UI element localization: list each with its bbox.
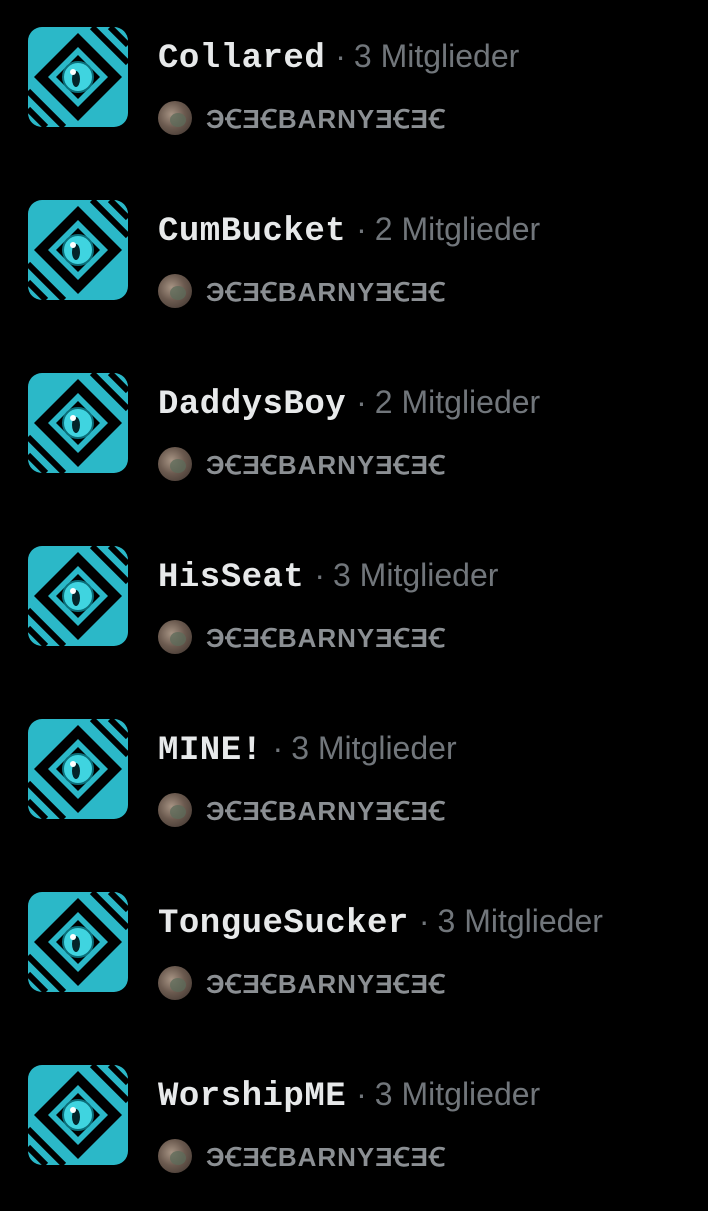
list-item[interactable]: MINE! · 3 Mitglieder ЭꞒƎꞒBARNYƎꞒƎꞒ: [0, 692, 708, 865]
owner-name[interactable]: ЭꞒƎꞒBARNYƎꞒƎꞒ: [206, 619, 446, 655]
owner-avatar[interactable]: [158, 1139, 192, 1173]
list-name[interactable]: TongueSucker: [158, 905, 409, 943]
separator-dot: ·: [418, 903, 430, 939]
separator-dot: ·: [356, 211, 367, 247]
list-item[interactable]: Collared · 3 Mitglieder ЭꞒƎꞒBARNYƎꞒƎꞒ: [0, 0, 708, 173]
list-name[interactable]: Collared: [158, 40, 325, 78]
lists-container: Collared · 3 Mitglieder ЭꞒƎꞒBARNYƎꞒƎꞒ Cu…: [0, 0, 708, 1200]
list-title-line: HisSeat · 3 Mitglieder: [158, 557, 498, 601]
cat-eye-list-icon: [28, 373, 128, 473]
owner-avatar[interactable]: [158, 620, 192, 654]
member-count: 2 Mitglieder: [374, 384, 541, 420]
list-item[interactable]: HisSeat · 3 Mitglieder ЭꞒƎꞒBARNYƎꞒƎꞒ: [0, 519, 708, 692]
list-owner[interactable]: ЭꞒƎꞒBARNYƎꞒƎꞒ: [158, 1139, 446, 1173]
owner-avatar[interactable]: [158, 793, 192, 827]
member-count: 3 Mitglieder: [291, 730, 457, 766]
cat-eye-list-icon: [28, 1065, 128, 1165]
list-name[interactable]: CumBucket: [158, 213, 346, 251]
list-owner[interactable]: ЭꞒƎꞒBARNYƎꞒƎꞒ: [158, 966, 446, 1000]
member-count: 3 Mitglieder: [437, 903, 603, 939]
list-title-line: CumBucket · 2 Mitglieder: [158, 211, 540, 255]
list-item[interactable]: TongueSucker · 3 Mitglieder ЭꞒƎꞒBARNYƎꞒƎ…: [0, 865, 708, 1038]
separator-dot: ·: [272, 730, 284, 766]
list-owner[interactable]: ЭꞒƎꞒBARNYƎꞒƎꞒ: [158, 793, 446, 827]
separator-dot: ·: [356, 1076, 367, 1112]
separator-dot: ·: [335, 38, 346, 74]
cat-eye-list-icon: [28, 892, 128, 992]
member-count: 3 Mitglieder: [374, 1076, 541, 1112]
owner-name[interactable]: ЭꞒƎꞒBARNYƎꞒƎꞒ: [206, 100, 446, 136]
list-item[interactable]: WorshipME · 3 Mitglieder ЭꞒƎꞒBARNYƎꞒƎꞒ: [0, 1038, 708, 1211]
list-title-line: WorshipME · 3 Mitglieder: [158, 1076, 540, 1120]
list-name[interactable]: MINE!: [158, 732, 263, 770]
owner-name[interactable]: ЭꞒƎꞒBARNYƎꞒƎꞒ: [206, 446, 446, 482]
list-owner[interactable]: ЭꞒƎꞒBARNYƎꞒƎꞒ: [158, 447, 446, 481]
member-count: 3 Mitglieder: [332, 557, 499, 593]
owner-avatar[interactable]: [158, 101, 192, 135]
owner-name[interactable]: ЭꞒƎꞒBARNYƎꞒƎꞒ: [206, 965, 446, 1001]
list-item[interactable]: CumBucket · 2 Mitglieder ЭꞒƎꞒBARNYƎꞒƎꞒ: [0, 173, 708, 346]
list-owner[interactable]: ЭꞒƎꞒBARNYƎꞒƎꞒ: [158, 101, 446, 135]
list-owner[interactable]: ЭꞒƎꞒBARNYƎꞒƎꞒ: [158, 620, 446, 654]
member-count: 2 Mitglieder: [374, 211, 541, 247]
list-title-line: TongueSucker · 3 Mitglieder: [158, 903, 603, 947]
list-owner[interactable]: ЭꞒƎꞒBARNYƎꞒƎꞒ: [158, 274, 446, 308]
list-name[interactable]: HisSeat: [158, 559, 304, 597]
owner-avatar[interactable]: [158, 447, 192, 481]
member-count: 3 Mitglieder: [353, 38, 520, 74]
cat-eye-list-icon: [28, 200, 128, 300]
owner-name[interactable]: ЭꞒƎꞒBARNYƎꞒƎꞒ: [206, 1138, 446, 1174]
list-title-line: MINE! · 3 Mitglieder: [158, 730, 457, 774]
list-name[interactable]: WorshipME: [158, 1078, 346, 1116]
list-item[interactable]: DaddysBoy · 2 Mitglieder ЭꞒƎꞒBARNYƎꞒƎꞒ: [0, 346, 708, 519]
list-title-line: DaddysBoy · 2 Mitglieder: [158, 384, 540, 428]
owner-name[interactable]: ЭꞒƎꞒBARNYƎꞒƎꞒ: [206, 792, 446, 828]
list-title-line: Collared · 3 Mitglieder: [158, 38, 519, 82]
owner-avatar[interactable]: [158, 966, 192, 1000]
list-name[interactable]: DaddysBoy: [158, 386, 346, 424]
separator-dot: ·: [314, 557, 325, 593]
cat-eye-list-icon: [28, 719, 128, 819]
cat-eye-list-icon: [28, 27, 128, 127]
cat-eye-list-icon: [28, 546, 128, 646]
owner-name[interactable]: ЭꞒƎꞒBARNYƎꞒƎꞒ: [206, 273, 446, 309]
owner-avatar[interactable]: [158, 274, 192, 308]
separator-dot: ·: [356, 384, 367, 420]
